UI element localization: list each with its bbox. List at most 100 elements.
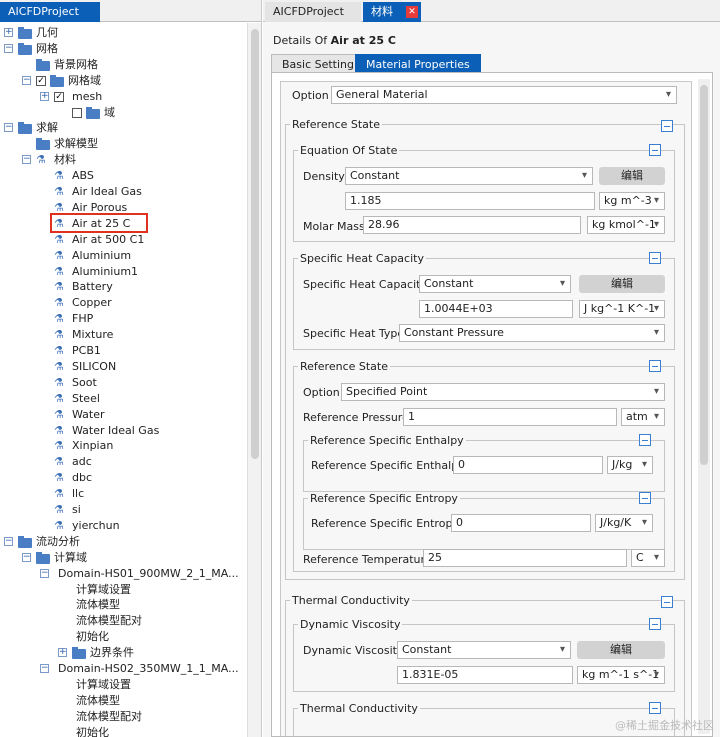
tree-item[interactable]: 流体模型 (0, 597, 246, 613)
reference-entropy-unit-select[interactable]: J/kg/K (595, 514, 653, 532)
tree-item[interactable]: − ✓ 网格域 (0, 73, 246, 89)
tree-item[interactable]: − Domain-HS01_900MW_2_1_MA... (0, 566, 246, 582)
tree-item[interactable]: ⚗ Battery (0, 279, 246, 295)
reference-temperature-input[interactable]: 25 (423, 549, 627, 567)
collapse-dynamic-viscosity-icon[interactable] (649, 618, 661, 630)
tree-item[interactable]: ⚗ PCB1 (0, 343, 246, 359)
tree-item[interactable]: ⚗ Steel (0, 391, 246, 407)
collapse-icon[interactable]: − (4, 536, 13, 546)
tree-item[interactable]: ⚗ Air at 25 C (0, 212, 246, 233)
specific-heat-type-select[interactable]: Constant Pressure (399, 324, 665, 342)
collapse-icon[interactable]: − (22, 155, 31, 165)
collapse-specific-heat-icon[interactable] (649, 252, 661, 264)
tree-item[interactable]: ⚗ ABS (0, 168, 246, 184)
tab-material[interactable]: 材料 ✕ (363, 2, 421, 22)
expand-icon[interactable]: + (58, 648, 67, 658)
tree-checkbox[interactable]: ✓ (36, 75, 46, 86)
density-unit-select[interactable]: kg m^-3 (599, 192, 665, 210)
tree-item[interactable]: ⚗ adc (0, 454, 246, 470)
tree-item[interactable]: − Domain-HS02_350MW_1_1_MA... (0, 661, 246, 677)
tree-item[interactable]: ⚗ llc (0, 486, 246, 502)
collapse-icon[interactable]: − (22, 552, 31, 562)
tree-scrollbar[interactable] (247, 23, 261, 737)
collapse-icon[interactable]: − (40, 664, 49, 673)
tree-item[interactable]: 初始化 (0, 629, 246, 645)
tree-item[interactable]: − 求解 (0, 120, 246, 136)
tree-item[interactable]: ⚗ Soot (0, 375, 246, 391)
tree-checkbox[interactable]: ✓ (54, 91, 64, 102)
tab-material-properties[interactable]: Material Properties (355, 54, 481, 73)
tree-checkbox[interactable] (72, 107, 82, 118)
collapse-icon[interactable]: − (4, 43, 13, 53)
density-edit-button[interactable]: 编辑 (599, 167, 665, 185)
tab-aicfdproject-left[interactable]: AICFDProject (0, 2, 100, 22)
molar-mass-unit-select[interactable]: kg kmol^-1 (587, 216, 665, 234)
tree-item[interactable]: 流体模型配对 (0, 613, 246, 629)
tree-item[interactable]: ⚗ Air Ideal Gas (0, 184, 246, 200)
specific-heat-edit-button[interactable]: 编辑 (579, 275, 665, 293)
tree-item[interactable]: 计算域设置 (0, 677, 246, 693)
tree-item[interactable]: 流体模型配对 (0, 709, 246, 725)
reference-temperature-unit-select[interactable]: C (631, 549, 665, 567)
reference-enthalpy-unit-select[interactable]: J/kg (607, 456, 653, 474)
tree-item[interactable]: 流体模型 (0, 693, 246, 709)
tree-scrollbar-thumb[interactable] (251, 29, 259, 459)
tree-item[interactable]: + 边界条件 (0, 645, 246, 661)
dynamic-viscosity-edit-button[interactable]: 编辑 (577, 641, 665, 659)
collapse-thermal-conductivity-icon[interactable] (661, 596, 673, 608)
reference-pressure-unit-select[interactable]: atm (621, 408, 665, 426)
specific-heat-unit-select[interactable]: J kg^-1 K^-1 (579, 300, 665, 318)
tree-item[interactable]: ⚗ dbc (0, 470, 246, 486)
tree-item[interactable]: ⚗ FHP (0, 311, 246, 327)
tree-item[interactable]: ⚗ Water Ideal Gas (0, 423, 246, 439)
tree-item[interactable]: ⚗ Aluminium1 (0, 264, 246, 280)
tree-item[interactable]: ⚗ SILICON (0, 359, 246, 375)
properties-scrollbar[interactable] (698, 79, 710, 734)
tree-item[interactable]: − 计算域 (0, 550, 246, 566)
tree-item[interactable]: 求解模型 (0, 136, 246, 152)
collapse-icon[interactable]: − (40, 568, 49, 578)
tree-item[interactable]: ⚗ yierchun (0, 518, 246, 534)
collapse-thermal-conductivity-sub-icon[interactable] (649, 702, 661, 714)
specific-heat-value-input[interactable]: 1.0044E+03 (419, 300, 573, 318)
tree-item[interactable]: ⚗ Mixture (0, 327, 246, 343)
dynamic-viscosity-unit-select[interactable]: kg m^-1 s^-1 (577, 666, 665, 684)
density-mode-select[interactable]: Constant (345, 167, 593, 185)
properties-scrollbar-thumb[interactable] (700, 85, 708, 465)
tree-item[interactable]: ⚗ Water (0, 407, 246, 423)
tree-item[interactable]: 初始化 (0, 725, 246, 737)
tree-item[interactable]: − 网格 (0, 41, 246, 57)
expand-icon[interactable]: + (4, 28, 13, 37)
tree-item[interactable]: 背景网格 (0, 57, 246, 73)
tree-item[interactable]: − 流动分析 (0, 534, 246, 550)
tree-item[interactable]: + 几何 (0, 25, 246, 41)
tab-aicfdproject[interactable]: AICFDProject (265, 2, 361, 22)
collapse-reference-state-icon[interactable] (661, 120, 673, 132)
expand-icon[interactable]: + (40, 91, 49, 101)
collapse-enthalpy-icon[interactable] (639, 434, 651, 446)
tree-item[interactable]: 域 (0, 105, 246, 121)
tab-basic-setting[interactable]: Basic Setting (271, 54, 366, 73)
option-select[interactable]: General Material (331, 86, 677, 104)
collapse-icon[interactable]: − (4, 123, 13, 133)
molar-mass-input[interactable]: 28.96 (363, 216, 581, 234)
tree-item[interactable]: ⚗ Air at 500 C1 (0, 232, 246, 248)
reference-pressure-input[interactable]: 1 (403, 408, 617, 426)
density-value-input[interactable]: 1.185 (345, 192, 595, 210)
collapse-reference-state-sub-icon[interactable] (649, 360, 661, 372)
collapse-equation-of-state-icon[interactable] (649, 144, 661, 156)
dynamic-viscosity-mode-select[interactable]: Constant (397, 641, 571, 659)
reference-option-select[interactable]: Specified Point (341, 383, 665, 401)
reference-entropy-input[interactable]: 0 (451, 514, 591, 532)
collapse-icon[interactable]: − (22, 75, 31, 85)
tree-item[interactable]: ⚗ Copper (0, 295, 246, 311)
reference-enthalpy-input[interactable]: 0 (453, 456, 603, 474)
collapse-entropy-icon[interactable] (639, 492, 651, 504)
tree-item[interactable]: ⚗ Xinpian (0, 438, 246, 454)
tree-item[interactable]: ⚗ Aluminium (0, 248, 246, 264)
specific-heat-mode-select[interactable]: Constant (419, 275, 571, 293)
tree-item[interactable]: − ⚗ 材料 (0, 152, 246, 168)
tree-item[interactable]: ⚗ si (0, 502, 246, 518)
tree-item[interactable]: 计算域设置 (0, 582, 246, 598)
close-icon[interactable]: ✕ (406, 6, 418, 18)
